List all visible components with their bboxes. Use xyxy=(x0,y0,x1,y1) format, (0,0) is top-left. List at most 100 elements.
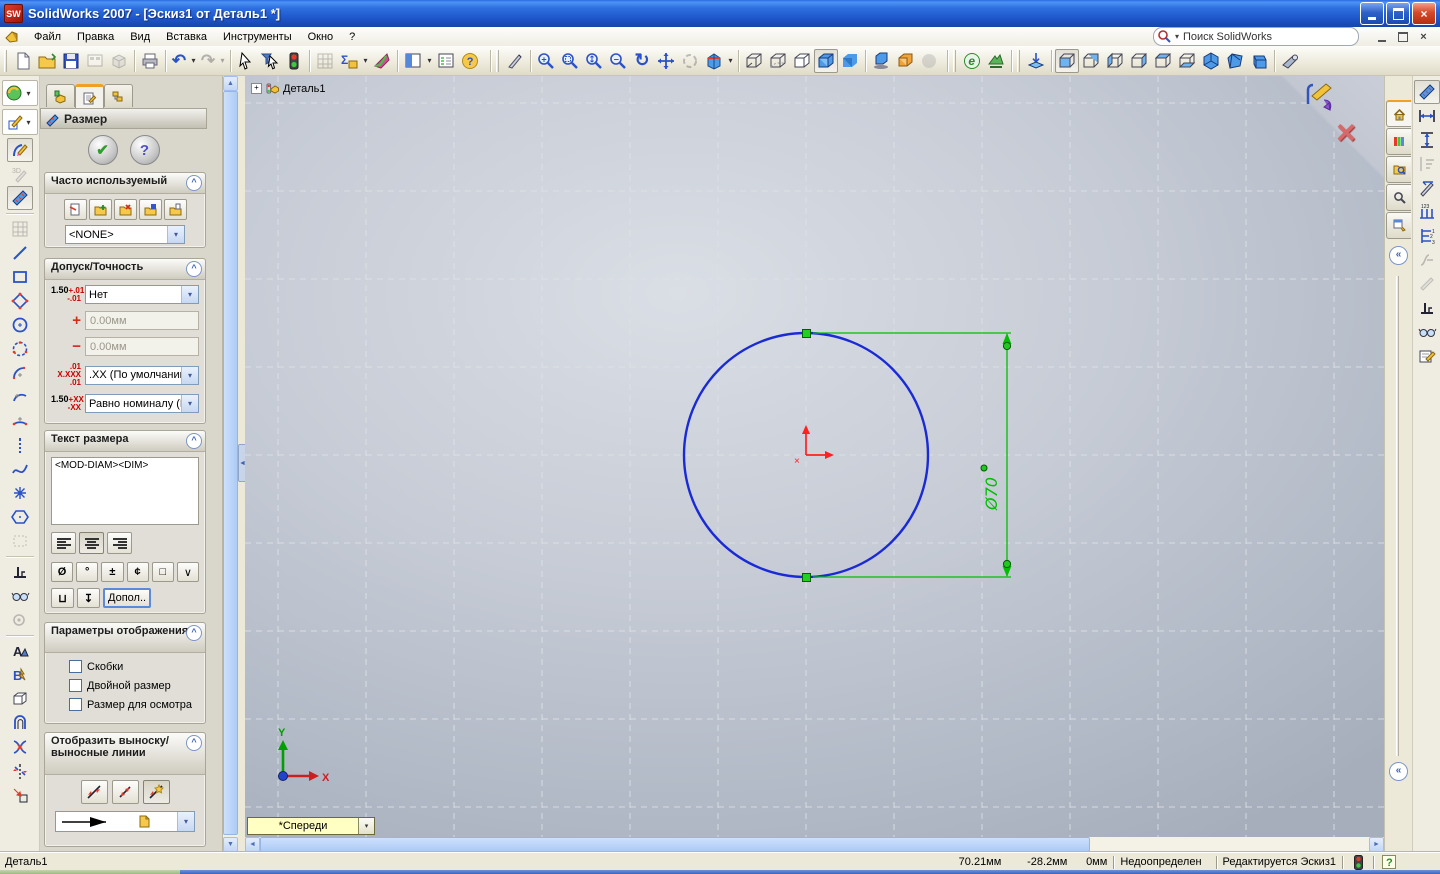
view-right-button[interactable] xyxy=(1127,49,1151,73)
section-view-button[interactable] xyxy=(702,49,726,73)
new-document-button[interactable] xyxy=(11,49,35,73)
rotate-view-button[interactable]: ↻ xyxy=(630,49,654,73)
view-trimetric-button[interactable] xyxy=(1223,49,1247,73)
view-top-button[interactable] xyxy=(1151,49,1175,73)
favorites-combo[interactable]: <NONE> ▾ xyxy=(65,225,185,244)
sketch-button[interactable] xyxy=(7,138,33,162)
degree-symbol-button[interactable]: ° xyxy=(76,562,98,582)
menu-view[interactable]: Вид xyxy=(122,29,158,45)
publish-button[interactable] xyxy=(984,49,1008,73)
outside-leader-button[interactable] xyxy=(81,780,108,804)
add-relation-button[interactable] xyxy=(1414,296,1440,320)
undo-button[interactable]: ↶ xyxy=(169,49,189,73)
collapse-panel-button[interactable]: « xyxy=(1389,762,1408,781)
print-button[interactable] xyxy=(138,49,162,73)
line-button[interactable] xyxy=(7,241,33,265)
shadows-button[interactable] xyxy=(869,49,893,73)
view-orientation-button[interactable] xyxy=(1278,49,1302,73)
checkbox-brackets[interactable] xyxy=(69,660,82,673)
polygon-button[interactable] xyxy=(7,505,33,529)
vertical-ordinate-button[interactable]: 123 xyxy=(1414,224,1440,248)
tab-propertymanager[interactable] xyxy=(75,84,104,110)
normal-to-button[interactable] xyxy=(1024,49,1048,73)
options-list-button[interactable] xyxy=(434,49,458,73)
horizontal-ordinate-button[interactable]: 123 xyxy=(1414,200,1440,224)
modify-sketch-button[interactable]: B xyxy=(7,663,33,687)
dimension-handle[interactable] xyxy=(1003,342,1010,349)
favorites-combo-arrow-icon[interactable]: ▾ xyxy=(167,226,184,243)
move-entities-button[interactable] xyxy=(7,783,33,807)
zoom-to-fit-button[interactable]: + xyxy=(534,49,558,73)
ok-button[interactable]: ✔ xyxy=(88,135,118,165)
centerpoint-arc-button[interactable] xyxy=(7,361,33,385)
split-pane-button[interactable] xyxy=(401,49,425,73)
restore-button[interactable] xyxy=(1386,2,1410,25)
horizontal-scrollbar-thumb[interactable] xyxy=(260,837,1090,852)
collapse-chevron-icon[interactable]: ^ xyxy=(186,735,202,751)
smart-dimension-button[interactable] xyxy=(1414,80,1440,104)
collapse-chevron-icon[interactable]: ^ xyxy=(186,175,202,191)
view-left-button[interactable] xyxy=(1103,49,1127,73)
tab-file-explorer[interactable] xyxy=(1386,156,1411,183)
measure-button[interactable]: Σ xyxy=(337,49,361,73)
delete-favorite-button[interactable] xyxy=(114,199,137,220)
trim-entities-button[interactable] xyxy=(7,735,33,759)
apply-defaults-button[interactable] xyxy=(64,199,87,220)
checkbox-dual-dimension[interactable] xyxy=(69,679,82,692)
view-isometric-button[interactable] xyxy=(1199,49,1223,73)
tolerance-type-combo[interactable]: Нет▾ xyxy=(85,285,199,304)
precision-combo[interactable]: .XX (По умолчанию▾ xyxy=(85,366,199,385)
section-view-dropdown-icon[interactable]: ▾ xyxy=(726,56,735,65)
square-symbol-button[interactable]: □ xyxy=(152,562,174,582)
dimension-text-handle[interactable] xyxy=(981,465,987,471)
arrow-style-combo[interactable]: ▾ xyxy=(55,811,195,832)
horizontal-dimension-button[interactable] xyxy=(1414,104,1440,128)
close-button[interactable]: × xyxy=(1412,2,1436,25)
tab-search[interactable] xyxy=(1386,184,1411,211)
tab-featuremanager[interactable] xyxy=(46,84,75,107)
feature-statistics-button[interactable] xyxy=(370,49,394,73)
toolbar-grip[interactable] xyxy=(4,50,7,72)
centerline-button[interactable] xyxy=(7,433,33,457)
plus-minus-symbol-button[interactable]: ± xyxy=(101,562,123,582)
tangent-arc-button[interactable] xyxy=(7,385,33,409)
edrawings-button[interactable]: e xyxy=(960,49,984,73)
menu-file[interactable]: Файл xyxy=(26,29,69,45)
solidworks-flyout-icon[interactable] xyxy=(4,29,22,44)
depth-symbol-button[interactable]: ↧ xyxy=(77,588,100,608)
combo-arrow-icon[interactable]: ▾ xyxy=(181,395,198,412)
more-dimension-text-button[interactable]: Допол.. xyxy=(103,588,151,608)
scroll-left-button[interactable]: ◄ xyxy=(245,837,260,852)
perimeter-circle-button[interactable] xyxy=(7,337,33,361)
view-orientation-combo[interactable]: *Спереди ▾ xyxy=(247,817,375,835)
help-button[interactable]: ? xyxy=(458,49,482,73)
split-pane-dropdown-icon[interactable]: ▾ xyxy=(425,56,434,65)
panel-scrollbar[interactable]: ▲ ▼ xyxy=(223,76,238,852)
save-favorite-button[interactable] xyxy=(139,199,162,220)
minimize-button[interactable] xyxy=(1360,2,1384,25)
more-symbols-button[interactable]: ∨ xyxy=(177,562,199,582)
combo-arrow-icon[interactable]: ▾ xyxy=(181,367,198,384)
menu-help[interactable]: ? xyxy=(341,29,363,45)
view-front-button[interactable] xyxy=(1055,49,1079,73)
status-reload-button[interactable] xyxy=(1349,855,1367,870)
circle-button[interactable] xyxy=(7,313,33,337)
graphics-area[interactable]: Ø70 × Y X + Деталь1 × xyxy=(245,76,1384,852)
fully-define-sketch-button[interactable] xyxy=(1414,344,1440,368)
add-relation-button[interactable] xyxy=(7,560,33,584)
align-center-button[interactable] xyxy=(79,532,104,554)
search-input[interactable]: ▾ Поиск SolidWorks xyxy=(1153,27,1359,46)
exit-sketch-icon[interactable] xyxy=(1300,82,1340,118)
select-button[interactable] xyxy=(234,49,258,73)
task-pane-grip[interactable] xyxy=(1396,276,1399,756)
zoom-in-out-button[interactable] xyxy=(582,49,606,73)
panel-scrollbar-thumb[interactable] xyxy=(223,91,238,835)
diameter-symbol-button[interactable]: Ø xyxy=(51,562,73,582)
hidden-lines-visible-button[interactable] xyxy=(766,49,790,73)
child-close-button[interactable]: × xyxy=(1415,29,1432,44)
open-button[interactable] xyxy=(35,49,59,73)
view-combo-arrow-icon[interactable]: ▾ xyxy=(358,818,374,834)
load-favorite-button[interactable] xyxy=(164,199,187,220)
scroll-down-button[interactable]: ▼ xyxy=(223,837,238,852)
sketch-flyout-button[interactable]: ▾ xyxy=(2,109,38,135)
